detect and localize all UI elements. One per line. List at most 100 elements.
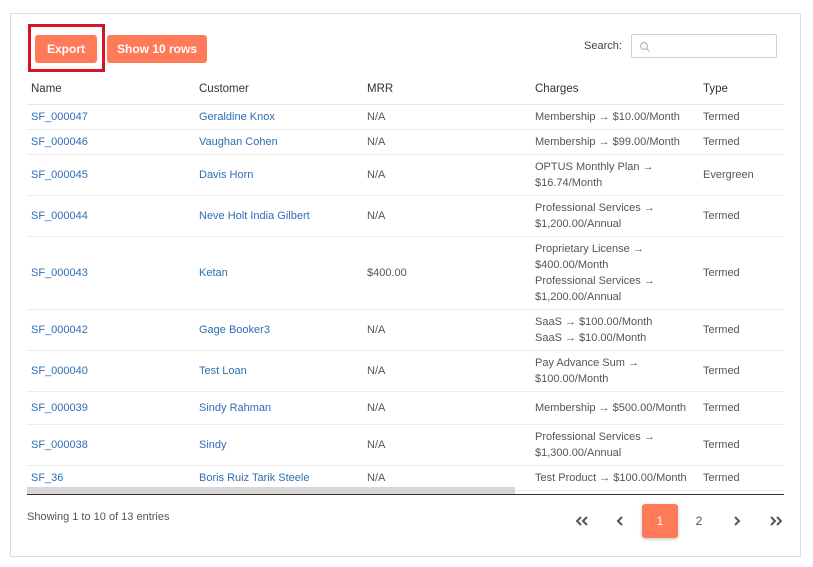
charge-line: $100.00/Month: [535, 372, 609, 385]
cell-name: SF_000047: [27, 104, 195, 130]
cell-customer: Sindy Rahman: [195, 391, 363, 425]
cell-name: SF_000038: [27, 424, 195, 466]
column-header-charges[interactable]: Charges: [531, 74, 699, 105]
table-row: SF_000044 Neve Holt India Gilbert N/A Profe…: [27, 195, 784, 237]
cell-mrr: N/A: [363, 391, 531, 425]
cell-charges: Professional Services → $1,300.00/Annual: [531, 424, 699, 466]
customer-link[interactable]: Neve Holt India Gilbert: [199, 210, 310, 222]
charge-line: $16.74/Month: [535, 176, 603, 189]
cell-name: SF_000044: [27, 195, 195, 237]
cell-charges: Membership → $10.00/Month: [531, 104, 699, 130]
cell-charges: Pay Advance Sum → $100.00/Month: [531, 350, 699, 392]
charge-line: $1,200.00/Annual: [535, 290, 622, 303]
customer-link[interactable]: Davis Horn: [199, 169, 253, 181]
subscription-link[interactable]: SF_000043: [31, 267, 88, 279]
page-button-2[interactable]: 2: [681, 504, 717, 538]
search-icon: [639, 40, 651, 52]
cell-customer: Vaughan Cohen: [195, 129, 363, 155]
search-box[interactable]: [631, 34, 777, 58]
cell-type: Termed: [699, 350, 784, 392]
cell-charges: SaaS → $100.00/Month SaaS → $10.00/Month: [531, 309, 699, 351]
charge-line: SaaS → $100.00/Month: [535, 315, 653, 328]
customer-link[interactable]: Gage Booker3: [199, 324, 270, 336]
cell-customer: Ketan: [195, 236, 363, 310]
customer-link[interactable]: Test Loan: [199, 365, 247, 377]
cell-type: Termed: [699, 195, 784, 237]
show-rows-button[interactable]: Show 10 rows: [107, 35, 207, 63]
cell-charges: Membership → $500.00/Month: [531, 391, 699, 425]
customer-link[interactable]: Boris Ruiz Tarik Steele: [199, 472, 309, 484]
cell-type: Evergreen: [699, 154, 784, 196]
charge-line: Membership → $500.00/Month: [535, 401, 687, 414]
column-header-type[interactable]: Type: [699, 74, 784, 105]
table-body: SF_000047 Geraldine Knox N/A Membership → $…: [27, 104, 784, 491]
cell-mrr: N/A: [363, 309, 531, 351]
customer-link[interactable]: Sindy: [199, 439, 227, 451]
customer-link[interactable]: Ketan: [199, 267, 228, 279]
column-header-mrr[interactable]: MRR: [363, 74, 531, 105]
table-row: SF_000043 Ketan $400.00 Proprietary License…: [27, 236, 784, 310]
cell-name: SF_000039: [27, 391, 195, 425]
cell-charges: Professional Services → $1,200.00/Annual: [531, 195, 699, 237]
charge-line: Professional Services →: [535, 430, 655, 443]
cell-name: SF_000043: [27, 236, 195, 310]
chevron-left-icon: [616, 516, 623, 526]
charge-line: $1,300.00/Annual: [535, 446, 622, 459]
subscription-link[interactable]: SF_000038: [31, 439, 88, 451]
subscription-link[interactable]: SF_000045: [31, 169, 88, 181]
cell-name: SF_000042: [27, 309, 195, 351]
entries-info: Showing 1 to 10 of 13 entries: [27, 511, 170, 523]
cell-customer: Gage Booker3: [195, 309, 363, 351]
next-page-button[interactable]: [719, 504, 755, 538]
subscription-link[interactable]: SF_000040: [31, 365, 88, 377]
charge-line: $1,200.00/Annual: [535, 217, 622, 230]
cell-type: Termed: [699, 309, 784, 351]
subscription-link[interactable]: SF_000047: [31, 111, 88, 123]
charge-line: $400.00/Month: [535, 258, 609, 271]
cell-type: Termed: [699, 424, 784, 466]
cell-mrr: N/A: [363, 424, 531, 466]
charge-line: Proprietary License →: [535, 242, 644, 255]
cell-name: SF_000040: [27, 350, 195, 392]
subscription-link[interactable]: SF_000044: [31, 210, 88, 222]
last-page-button[interactable]: [758, 504, 794, 538]
subscriptions-panel: Export Show 10 rows Search: Name Custome…: [10, 13, 801, 557]
column-header-customer[interactable]: Customer: [195, 74, 363, 105]
cell-charges: Test Product → $100.00/Month: [531, 465, 699, 491]
cell-mrr: N/A: [363, 129, 531, 155]
customer-link[interactable]: Geraldine Knox: [199, 111, 275, 123]
page-button-1[interactable]: 1: [642, 504, 678, 538]
subscriptions-table: Name Customer MRR Charges Type SF_000047…: [27, 74, 784, 491]
table-row: SF_000039 Sindy Rahman N/A Membership → $50…: [27, 391, 784, 425]
subscription-link[interactable]: SF_000046: [31, 136, 88, 148]
cell-customer: Sindy: [195, 424, 363, 466]
charge-line: Professional Services →: [535, 201, 655, 214]
charge-line: Pay Advance Sum →: [535, 356, 639, 369]
subscription-link[interactable]: SF_000042: [31, 324, 88, 336]
chevron-right-icon: [734, 516, 741, 526]
first-page-button[interactable]: [564, 504, 600, 538]
cell-type: Termed: [699, 391, 784, 425]
subscription-link[interactable]: SF_36: [31, 472, 63, 484]
table-bottom-divider: [27, 494, 784, 495]
customer-link[interactable]: Vaughan Cohen: [199, 136, 278, 148]
subscription-link[interactable]: SF_000039: [31, 402, 88, 414]
table-row: SF_000046 Vaughan Cohen N/A Membership → $9…: [27, 129, 784, 155]
cell-customer: Neve Holt India Gilbert: [195, 195, 363, 237]
column-header-name[interactable]: Name: [27, 74, 195, 105]
table-row: SF_000045 Davis Horn N/A OPTUS Monthly Plan…: [27, 154, 784, 196]
cell-type: Termed: [699, 236, 784, 310]
previous-page-button[interactable]: [602, 504, 638, 538]
charge-line: Membership → $10.00/Month: [535, 110, 680, 123]
cell-type: Termed: [699, 465, 784, 491]
charge-line: Membership → $99.00/Month: [535, 135, 680, 148]
cell-customer: Test Loan: [195, 350, 363, 392]
cell-mrr: N/A: [363, 350, 531, 392]
customer-link[interactable]: Sindy Rahman: [199, 402, 271, 414]
horizontal-scrollbar[interactable]: [27, 487, 515, 494]
export-button[interactable]: Export: [35, 35, 97, 63]
cell-customer: Geraldine Knox: [195, 104, 363, 130]
search-input[interactable]: [654, 37, 772, 55]
table-row: SF_000042 Gage Booker3 N/A SaaS → $100.00/M…: [27, 309, 784, 351]
table-row: SF_000040 Test Loan N/A Pay Advance Sum → $1…: [27, 350, 784, 392]
